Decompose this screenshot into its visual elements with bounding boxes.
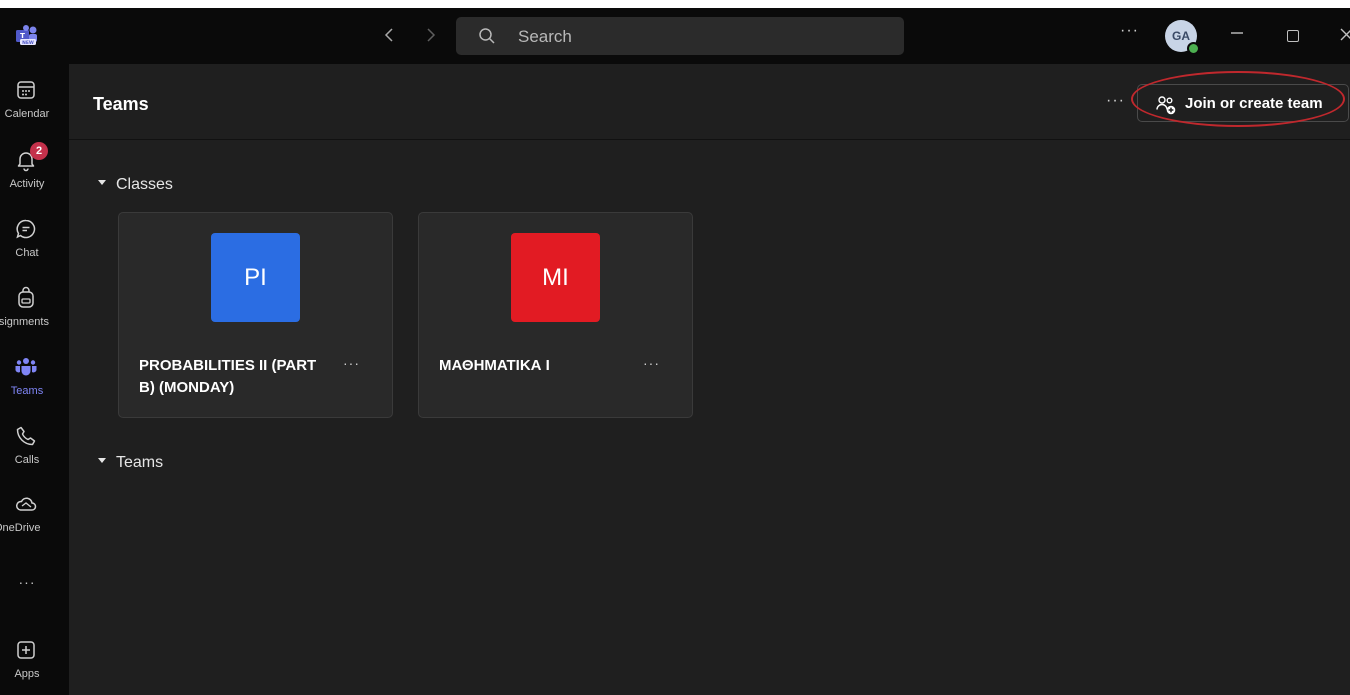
svg-text:T: T bbox=[20, 32, 25, 40]
rail-item-calls[interactable]: Calls bbox=[0, 424, 69, 488]
class-more-options-button[interactable]: ··· bbox=[643, 355, 660, 371]
rail-item-activity[interactable]: 2 Activity bbox=[0, 142, 69, 212]
more-icon: ··· bbox=[18, 574, 36, 590]
class-card-mathimatika[interactable]: MI ΜΑΘΗΜΑΤΙΚΑ Ι ··· bbox=[418, 212, 693, 418]
rail-item-onedrive[interactable]: OneDrive bbox=[0, 492, 69, 556]
backpack-icon bbox=[18, 286, 34, 308]
class-avatar-tile: PI bbox=[211, 233, 300, 322]
close-icon[interactable] bbox=[1338, 26, 1350, 42]
chat-icon bbox=[16, 219, 36, 239]
page-header: Teams ··· Join or create team bbox=[69, 64, 1350, 140]
forward-button[interactable] bbox=[418, 22, 442, 48]
title-bar: NEW T Search ··· GA bbox=[0, 8, 1350, 64]
class-avatar-tile: MI bbox=[511, 233, 600, 322]
rail-item-calendar[interactable]: Calendar bbox=[0, 78, 69, 142]
header-more-options-button[interactable]: ··· bbox=[1106, 92, 1125, 110]
class-name: PROBABILITIES II (PART B) (MONDAY) bbox=[139, 357, 317, 396]
caret-down-icon bbox=[98, 180, 106, 186]
maximize-icon[interactable] bbox=[1287, 30, 1299, 42]
classes-section-toggle[interactable]: Classes bbox=[98, 176, 173, 194]
classes-section-label: Classes bbox=[116, 176, 173, 193]
rail-label-calls: Calls bbox=[14, 454, 40, 466]
rail-label-activity: Activity bbox=[9, 178, 45, 190]
join-or-create-team-label: Join or create team bbox=[1185, 95, 1323, 112]
settings-more-button[interactable]: ··· bbox=[1120, 22, 1139, 40]
rail-item-more[interactable]: ··· bbox=[0, 570, 69, 634]
cloud-icon bbox=[16, 497, 37, 511]
teams-icon bbox=[15, 358, 37, 376]
avatar-initials: GA bbox=[1172, 29, 1190, 43]
minimize-icon[interactable] bbox=[1230, 26, 1244, 40]
class-card-probabilities[interactable]: PI PROBABILITIES II (PART B) (MONDAY) ··… bbox=[118, 212, 393, 418]
app-rail: Calendar 2 Activity Chat Assignments bbox=[0, 64, 69, 695]
phone-icon bbox=[16, 426, 36, 446]
rail-item-assignments[interactable]: Assignments bbox=[0, 286, 69, 350]
search-placeholder: Search bbox=[518, 27, 572, 46]
rail-item-chat[interactable]: Chat bbox=[0, 217, 69, 281]
search-icon bbox=[479, 28, 495, 44]
avatar[interactable]: GA bbox=[1165, 20, 1200, 55]
rail-label-apps: Apps bbox=[14, 668, 40, 680]
chevron-left-icon bbox=[384, 28, 393, 42]
teams-section-label: Teams bbox=[116, 454, 164, 471]
svg-text:NEW: NEW bbox=[22, 40, 34, 46]
page-title: Teams bbox=[93, 94, 149, 114]
calendar-icon bbox=[17, 81, 35, 99]
presence-available-icon bbox=[1187, 42, 1200, 55]
class-name: ΜΑΘΗΜΑΤΙΚΑ Ι bbox=[439, 357, 550, 374]
teams-window: NEW T Search ··· GA Calendar 2 Activity … bbox=[0, 8, 1350, 695]
search-input[interactable]: Search bbox=[456, 17, 904, 55]
activity-badge: 2 bbox=[30, 142, 48, 160]
rail-item-teams[interactable]: Teams bbox=[0, 355, 69, 419]
back-button[interactable] bbox=[378, 22, 402, 48]
teams-logo-icon[interactable]: NEW T bbox=[14, 22, 40, 48]
class-more-options-button[interactable]: ··· bbox=[343, 355, 360, 371]
rail-label-calendar: Calendar bbox=[4, 108, 50, 120]
rail-label-chat: Chat bbox=[15, 247, 39, 259]
apps-icon bbox=[17, 641, 35, 659]
rail-label-teams: Teams bbox=[10, 385, 44, 397]
teams-section-toggle[interactable]: Teams bbox=[98, 454, 163, 472]
rail-label-assignments: Assignments bbox=[0, 316, 49, 328]
caret-down-icon bbox=[98, 458, 106, 464]
rail-item-apps[interactable]: Apps bbox=[0, 638, 69, 695]
join-or-create-team-button[interactable]: Join or create team bbox=[1137, 84, 1349, 122]
rail-label-onedrive: OneDrive bbox=[0, 522, 41, 534]
people-add-icon bbox=[1156, 96, 1176, 115]
chevron-right-icon bbox=[427, 28, 436, 42]
